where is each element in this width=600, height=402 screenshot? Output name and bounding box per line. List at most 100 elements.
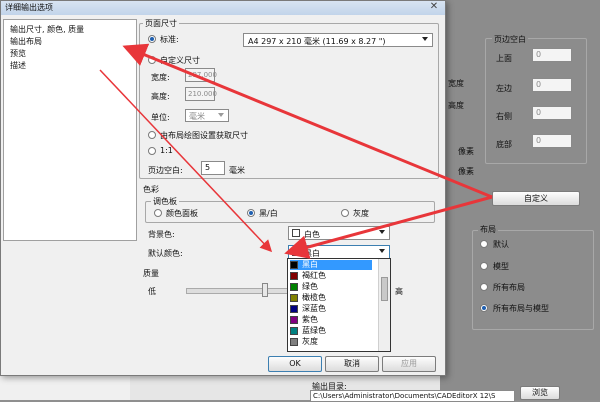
close-icon[interactable]: ✕: [426, 1, 442, 13]
margin-bottom-input[interactable]: 0: [532, 134, 572, 148]
custom-button[interactable]: 自定义: [492, 191, 580, 206]
one-to-one-label: 1:1: [160, 146, 173, 155]
layout-option-model: 模型: [493, 262, 509, 271]
color-swatch-icon: [290, 326, 298, 335]
margin-left-input[interactable]: 0: [532, 78, 572, 92]
color-swatch-icon: [290, 304, 298, 313]
dialog-title: 详细输出选项: [5, 3, 53, 12]
dropdown-option[interactable]: 褐红色: [290, 271, 372, 281]
bg-color-value: 白色: [304, 230, 320, 239]
from-layout-label: 由布局绘图设置获取尺寸: [160, 131, 248, 140]
layout-group-box: [472, 230, 594, 330]
layout-option-all-layouts-model: 所有布局与模型: [493, 304, 549, 313]
from-layout-radio[interactable]: [148, 131, 156, 139]
options-category-list: 输出尺寸, 颜色, 质量 输出布局 预览 描述: [3, 19, 137, 241]
margin-top-input[interactable]: 0: [532, 48, 572, 62]
margin-right-input[interactable]: 0: [532, 106, 572, 120]
quality-slider-track[interactable]: [186, 288, 288, 294]
bg-width-label: 宽度: [448, 79, 464, 88]
color-swatch-icon: [290, 271, 298, 280]
apply-button[interactable]: 应用: [382, 356, 436, 372]
height-input[interactable]: 210.000: [185, 87, 217, 101]
layout-radio-model[interactable]: [480, 262, 488, 270]
dropdown-option[interactable]: 橄榄色: [290, 293, 372, 303]
list-item[interactable]: 预览: [10, 48, 26, 59]
margin-left-label: 左边: [496, 84, 512, 93]
ok-button[interactable]: OK: [268, 356, 322, 372]
margin-input[interactable]: 5: [201, 161, 225, 175]
quality-high-label: 高: [395, 287, 403, 296]
width-label: 宽度:: [151, 73, 170, 82]
scrollbar-thumb[interactable]: [381, 277, 388, 301]
layout-option-default: 默认: [493, 240, 509, 249]
margin-bottom-label: 底部: [496, 140, 512, 149]
dropdown-option[interactable]: 深蓝色: [290, 304, 372, 314]
layout-radio-default[interactable]: [480, 240, 488, 248]
layout-radio-all-layouts-model[interactable]: [480, 304, 488, 312]
chevron-down-icon: [422, 37, 428, 41]
default-color-select[interactable]: 黑白: [288, 245, 390, 259]
layout-group-label: 布局: [478, 224, 498, 235]
layout-radio-all-layouts[interactable]: [480, 283, 488, 291]
standard-size-label: 标准:: [160, 35, 179, 44]
margin-right-label: 右侧: [496, 112, 512, 121]
custom-size-label: 自定义尺寸: [160, 56, 200, 65]
list-item[interactable]: 输出布局: [10, 36, 42, 47]
bg-color-label: 背景色:: [148, 230, 175, 239]
width-input[interactable]: 297.000: [185, 68, 217, 82]
quality-slider-thumb[interactable]: [262, 283, 268, 297]
margin-group-label: 页边空白: [492, 34, 528, 45]
bg-pixel-label-1: 像素: [458, 147, 474, 156]
chevron-down-icon: [218, 113, 224, 117]
quality-group-label: 质量: [143, 269, 159, 278]
standard-size-radio[interactable]: [148, 35, 156, 43]
quality-low-label: 低: [148, 287, 156, 296]
list-item[interactable]: 输出尺寸, 颜色, 质量: [10, 24, 84, 35]
standard-size-value: A4 297 x 210 毫米 (11.69 x 8.27 "): [248, 37, 386, 46]
dropdown-option[interactable]: 灰度: [290, 337, 372, 347]
bg-pixel-label-2: 像素: [458, 167, 474, 176]
palette-radio-gray[interactable]: [341, 209, 349, 217]
margin-top-label: 上面: [496, 54, 512, 63]
list-item[interactable]: 描述: [10, 60, 26, 71]
output-dir-input[interactable]: C:\Users\Administrator\Documents\CADEdit…: [310, 390, 515, 402]
default-color-dropdown: 黑白 褐红色 绿色 橄榄色 深蓝色 紫色 蓝绿色 灰度: [287, 258, 391, 352]
margin-label: 页边空白:: [148, 166, 183, 175]
dropdown-option[interactable]: 绿色: [290, 282, 372, 292]
chevron-down-icon: [379, 249, 385, 253]
default-color-label: 默认颜色:: [148, 249, 183, 258]
palette-option-gray: 灰度: [353, 209, 369, 218]
dropdown-option[interactable]: 紫色: [290, 315, 372, 325]
color-swatch-icon: [290, 282, 298, 291]
cancel-button[interactable]: 取消: [325, 356, 379, 372]
unit-label: 单位:: [151, 113, 170, 122]
white-swatch-icon: [292, 229, 300, 237]
page-size-group-label: 页面尺寸: [143, 18, 179, 29]
palette-radio-bw[interactable]: [247, 209, 255, 217]
color-swatch-icon: [290, 293, 298, 302]
dropdown-scrollbar[interactable]: [378, 259, 390, 351]
palette-radio-color[interactable]: [154, 209, 162, 217]
color-swatch-icon: [290, 315, 298, 324]
browse-button[interactable]: 浏览: [520, 386, 560, 400]
palette-option-bw: 黑/白: [259, 209, 278, 218]
color-swatch-icon: [290, 337, 298, 346]
background-right-panel: 页边空白 上面 0 左边 0 右侧 0 底部 0 自定义 布局 默认 模型 所有…: [440, 0, 600, 400]
bg-color-select[interactable]: 白色: [288, 226, 390, 240]
chevron-down-icon: [379, 230, 385, 234]
dropdown-option[interactable]: 蓝绿色: [290, 326, 372, 336]
bg-height-label: 高度: [448, 101, 464, 110]
height-label: 高度:: [151, 92, 170, 101]
standard-size-select[interactable]: A4 297 x 210 毫米 (11.69 x 8.27 "): [243, 33, 433, 47]
palette-label: 调色板: [151, 196, 179, 207]
color-group-label: 色彩: [143, 185, 159, 194]
dropdown-option[interactable]: 黑白: [290, 260, 372, 270]
unit-select[interactable]: 毫米: [185, 109, 229, 122]
color-swatch-icon: [290, 260, 298, 269]
one-to-one-radio[interactable]: [148, 147, 156, 155]
unit-value: 毫米: [189, 112, 205, 121]
margin-unit: 毫米: [229, 166, 245, 175]
dialog-titlebar: 详细输出选项 ✕: [1, 1, 445, 15]
custom-size-radio[interactable]: [148, 56, 156, 64]
black-swatch-icon: [292, 248, 300, 256]
